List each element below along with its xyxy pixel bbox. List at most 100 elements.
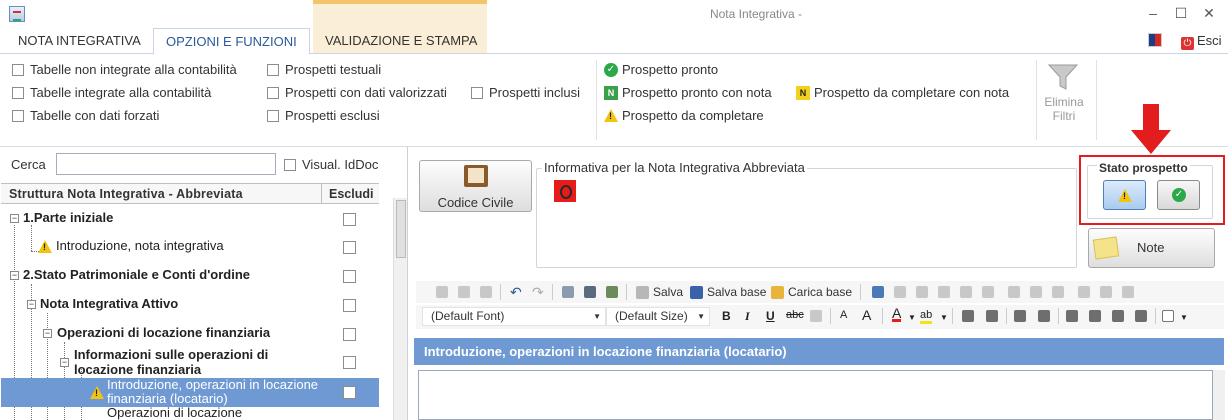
bold-button[interactable]: B bbox=[722, 309, 731, 323]
italic-button[interactable]: I bbox=[745, 309, 750, 324]
exclude-checkbox[interactable] bbox=[343, 299, 356, 312]
collapse-icon[interactable]: − bbox=[10, 214, 19, 223]
merge-cells-icon[interactable] bbox=[1052, 286, 1064, 298]
visual-iddoc-toggle[interactable]: Visual. IdDoc bbox=[284, 157, 378, 172]
undo-icon[interactable]: ↶ bbox=[510, 284, 522, 301]
checkbox[interactable] bbox=[284, 158, 296, 171]
collapse-icon[interactable]: − bbox=[27, 300, 36, 309]
outdent-icon[interactable] bbox=[962, 310, 974, 322]
exclude-checkbox[interactable] bbox=[343, 270, 356, 283]
insert-table-icon[interactable] bbox=[872, 286, 884, 298]
salva-base-button[interactable]: Salva base bbox=[690, 285, 766, 299]
salva-button[interactable]: Salva bbox=[636, 285, 683, 299]
stato-pronto-button[interactable]: ✓ bbox=[1157, 180, 1200, 210]
tree-row[interactable]: − 2.Stato Patrimoniale e Conti d'ordine bbox=[1, 264, 379, 288]
strikethrough-button[interactable]: abc bbox=[786, 309, 804, 321]
elimina-filtri-button[interactable]: Elimina Filtri bbox=[1038, 95, 1090, 123]
exclude-checkbox[interactable] bbox=[343, 213, 356, 226]
tree-row[interactable]: Introduzione, nota integrativa bbox=[1, 235, 379, 259]
delete-row-icon[interactable] bbox=[1008, 286, 1020, 298]
shrink-font-button[interactable]: A bbox=[840, 309, 847, 321]
borders-icon[interactable] bbox=[1162, 310, 1174, 322]
insert-row-below-icon[interactable] bbox=[938, 286, 950, 298]
grow-font-button[interactable]: A bbox=[862, 307, 871, 323]
paste-icon[interactable] bbox=[480, 286, 492, 298]
font-size-select[interactable]: (Default Size) ▼ bbox=[606, 307, 710, 326]
filter-tabelle-forzati[interactable]: Tabelle con dati forzati bbox=[12, 108, 159, 123]
spell-format-icon[interactable] bbox=[810, 310, 822, 322]
chevron-down-icon[interactable]: ▼ bbox=[1180, 313, 1188, 322]
filter-tabelle-non-integrate[interactable]: Tabelle non integrate alla contabilità bbox=[12, 62, 237, 77]
chevron-down-icon[interactable]: ▼ bbox=[908, 313, 916, 322]
rich-text-editor[interactable] bbox=[418, 370, 1213, 420]
filter-prospetti-valorizzati[interactable]: Prospetti con dati valorizzati bbox=[267, 85, 447, 100]
editor-scrollbar[interactable] bbox=[1213, 370, 1225, 420]
checkbox[interactable] bbox=[12, 109, 24, 122]
table-props-icon[interactable] bbox=[894, 286, 906, 298]
align-center-icon[interactable] bbox=[1089, 310, 1101, 322]
spellcheck-icon[interactable] bbox=[606, 286, 618, 298]
tree-row[interactable]: − Informazioni sulle operazioni di locaz… bbox=[1, 347, 379, 377]
collapse-icon[interactable]: − bbox=[60, 358, 69, 367]
delete-col-icon[interactable] bbox=[1030, 286, 1042, 298]
checkbox[interactable] bbox=[267, 63, 279, 76]
collapse-icon[interactable]: − bbox=[10, 271, 19, 280]
insert-row-above-icon[interactable] bbox=[916, 286, 928, 298]
funnel-icon[interactable] bbox=[1046, 62, 1080, 92]
delete-table-icon[interactable] bbox=[1100, 286, 1112, 298]
checkbox[interactable] bbox=[12, 63, 24, 76]
filter-prospetti-inclusi[interactable]: Prospetti inclusi bbox=[471, 85, 580, 100]
copy-icon[interactable] bbox=[458, 286, 470, 298]
numbered-list-icon[interactable] bbox=[1038, 310, 1050, 322]
exclude-checkbox[interactable] bbox=[343, 328, 356, 341]
stato-da-completare-button[interactable] bbox=[1103, 180, 1146, 210]
close-button[interactable]: ✕ bbox=[1195, 2, 1223, 24]
insert-col-left-icon[interactable] bbox=[960, 286, 972, 298]
minimize-button[interactable]: – bbox=[1139, 2, 1167, 24]
exclude-checkbox[interactable] bbox=[343, 241, 356, 254]
align-left-icon[interactable] bbox=[1066, 310, 1078, 322]
redo-icon[interactable]: ↷ bbox=[532, 284, 544, 301]
filter-prospetti-testuali[interactable]: Prospetti testuali bbox=[267, 62, 381, 77]
font-color-button[interactable]: A bbox=[892, 306, 902, 322]
chevron-down-icon[interactable]: ▼ bbox=[940, 313, 948, 322]
underline-button[interactable]: U bbox=[766, 309, 775, 323]
exit-button[interactable]: ⏻ Esci bbox=[1181, 33, 1222, 50]
filter-prospetti-esclusi[interactable]: Prospetti esclusi bbox=[267, 108, 380, 123]
checkbox[interactable] bbox=[267, 109, 279, 122]
checkbox[interactable] bbox=[471, 86, 483, 99]
highlight-button[interactable]: ab bbox=[920, 309, 933, 324]
language-flag-icon[interactable] bbox=[1148, 33, 1162, 47]
tree-row[interactable]: − Operazioni di locazione finanziaria bbox=[1, 322, 379, 346]
tree-row[interactable]: Operazioni di locazione bbox=[1, 407, 379, 420]
exclude-checkbox[interactable] bbox=[343, 356, 356, 369]
indent-icon[interactable] bbox=[986, 310, 998, 322]
checkbox[interactable] bbox=[12, 86, 24, 99]
scrollbar-thumb[interactable] bbox=[396, 200, 406, 258]
note-button[interactable]: Note bbox=[1088, 228, 1215, 268]
bullet-list-icon[interactable] bbox=[1014, 310, 1026, 322]
tab-nota-integrativa[interactable]: NOTA INTEGRATIVA bbox=[6, 28, 153, 54]
pdf-icon[interactable] bbox=[554, 180, 576, 202]
find-icon[interactable] bbox=[584, 286, 596, 298]
maximize-button[interactable]: ☐ bbox=[1167, 2, 1195, 24]
align-right-icon[interactable] bbox=[1112, 310, 1124, 322]
insert-col-right-icon[interactable] bbox=[982, 286, 994, 298]
tree-row[interactable]: − 1.Parte iniziale bbox=[1, 207, 379, 231]
table-tools-icon[interactable] bbox=[1122, 286, 1134, 298]
filter-tabelle-integrate[interactable]: Tabelle integrate alla contabilità bbox=[12, 85, 211, 100]
cut-icon[interactable] bbox=[436, 286, 448, 298]
codice-civile-button[interactable]: Codice Civile bbox=[419, 160, 532, 212]
checkbox[interactable] bbox=[267, 86, 279, 99]
tab-validazione-stampa[interactable]: VALIDAZIONE E STAMPA bbox=[313, 28, 489, 54]
tab-opzioni-funzioni[interactable]: OPZIONI E FUNZIONI bbox=[153, 28, 310, 55]
select-all-icon[interactable] bbox=[562, 286, 574, 298]
tree-row-selected[interactable]: Introduzione, operazioni in locazione fi… bbox=[1, 378, 379, 407]
tree-row[interactable]: − Nota Integrativa Attivo bbox=[1, 293, 379, 317]
tree-scrollbar[interactable] bbox=[393, 198, 407, 420]
font-family-select[interactable]: (Default Font) ▼ bbox=[422, 307, 606, 326]
collapse-icon[interactable]: − bbox=[43, 329, 52, 338]
justify-icon[interactable] bbox=[1135, 310, 1147, 322]
search-input[interactable] bbox=[56, 153, 276, 175]
split-cells-icon[interactable] bbox=[1078, 286, 1090, 298]
